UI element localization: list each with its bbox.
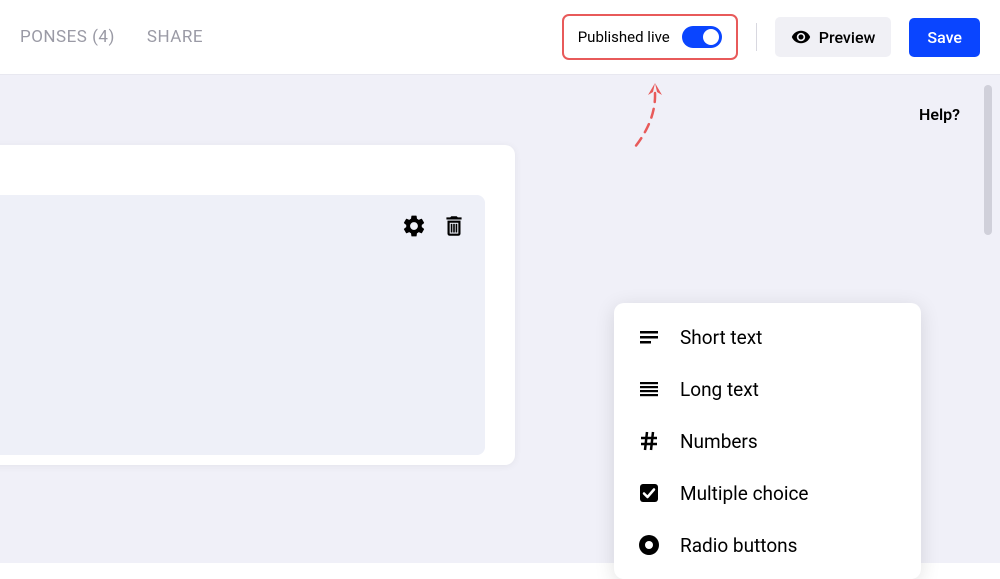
menu-item-label: Multiple choice (680, 482, 808, 505)
short-text-icon (636, 324, 662, 350)
menu-item-short-text[interactable]: Short text (614, 311, 921, 363)
save-button[interactable]: Save (909, 18, 980, 57)
preview-label: Preview (819, 28, 876, 47)
menu-item-label: Numbers (680, 430, 758, 453)
toggle-knob (703, 29, 719, 45)
app-header: PONSES (4) SHARE Published live Preview … (0, 0, 1000, 75)
eye-icon (791, 27, 811, 47)
menu-item-label: Long text (680, 378, 759, 401)
gear-icon (401, 213, 427, 239)
annotation-arrow (620, 75, 680, 165)
radio-icon (636, 532, 662, 558)
preview-button[interactable]: Preview (775, 17, 892, 57)
divider (756, 23, 757, 51)
checkbox-icon (636, 480, 662, 506)
hash-icon (636, 428, 662, 454)
menu-item-long-text[interactable]: Long text (614, 363, 921, 415)
publish-status-box: Published live (562, 14, 738, 60)
question-block[interactable] (0, 195, 485, 455)
menu-item-label: Short text (680, 326, 762, 349)
nav-tabs: PONSES (4) SHARE (20, 27, 203, 47)
delete-button[interactable] (441, 213, 467, 239)
menu-item-label: Radio buttons (680, 534, 797, 557)
menu-item-multiple-choice[interactable]: Multiple choice (614, 467, 921, 519)
canvas-area: Help? (0, 75, 1000, 563)
menu-item-radio-buttons[interactable]: Radio buttons (614, 519, 921, 571)
block-actions (401, 213, 467, 239)
trash-icon (441, 213, 467, 239)
menu-item-numbers[interactable]: Numbers (614, 415, 921, 467)
tab-responses[interactable]: PONSES (4) (20, 27, 115, 47)
header-actions: Published live Preview Save (562, 14, 980, 60)
long-text-icon (636, 376, 662, 402)
publish-toggle[interactable] (682, 26, 722, 48)
scrollbar[interactable] (984, 85, 992, 235)
publish-label: Published live (578, 28, 670, 46)
field-type-menu: Short text Long text (614, 303, 921, 579)
tab-share[interactable]: SHARE (147, 27, 203, 47)
settings-button[interactable] (401, 213, 427, 239)
help-link[interactable]: Help? (919, 105, 960, 124)
